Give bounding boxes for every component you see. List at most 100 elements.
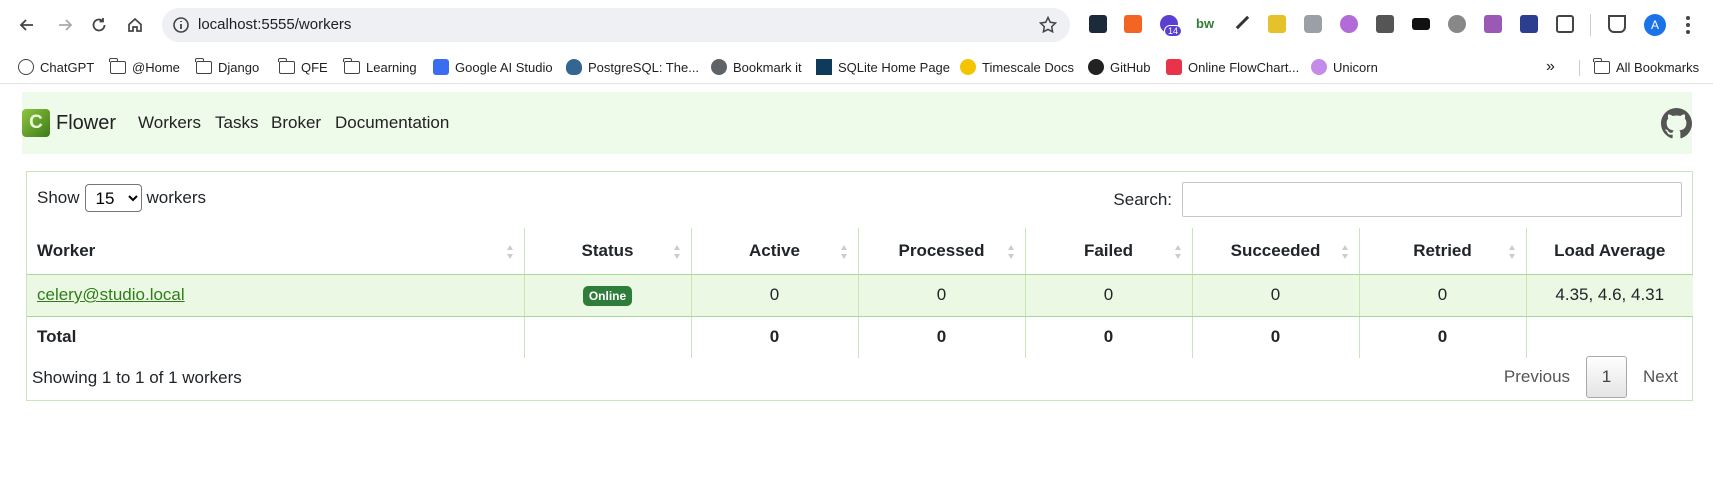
bookmark-chatgpt[interactable]: ChatGPT bbox=[18, 56, 94, 78]
extension-h2-icon[interactable] bbox=[1376, 15, 1394, 33]
bookmark-unicorn[interactable]: Unicorn bbox=[1311, 56, 1378, 78]
column-header-load-average[interactable]: Load Average bbox=[1525, 228, 1693, 275]
extension-badge-count: 14 bbox=[1164, 25, 1183, 37]
total-label: Total bbox=[37, 327, 77, 347]
workers-label: workers bbox=[146, 188, 207, 207]
extension-bw-icon[interactable]: bw bbox=[1196, 15, 1214, 33]
app-navbar: C Flower Workers Tasks Broker Documentat… bbox=[22, 92, 1692, 154]
column-header-retried[interactable]: Retried bbox=[1358, 228, 1526, 275]
cell-succeeded: 0 bbox=[1191, 274, 1359, 317]
extension-y-icon[interactable] bbox=[1124, 15, 1142, 33]
sort-icon bbox=[673, 245, 680, 259]
bookmark-label: Timescale Docs bbox=[982, 59, 1074, 75]
sqlite-icon bbox=[816, 59, 832, 75]
brand-name: Flower bbox=[56, 111, 117, 134]
worker-link[interactable]: celery@studio.local bbox=[37, 285, 185, 304]
cell-load-average: 4.35, 4.6, 4.31 bbox=[1525, 274, 1693, 317]
column-header-status[interactable]: Status bbox=[523, 228, 691, 275]
extension-blue-icon[interactable] bbox=[1520, 15, 1538, 33]
github-icon bbox=[1088, 59, 1104, 75]
bookmark-bookmark-it[interactable]: Bookmark it bbox=[711, 56, 802, 78]
profile-avatar[interactable]: A bbox=[1644, 14, 1666, 36]
bookmark-label: Unicorn bbox=[1333, 59, 1378, 75]
bookmark-sqlite[interactable]: SQLite Home Page bbox=[816, 56, 950, 78]
bookmark-label: Bookmark it bbox=[733, 59, 802, 75]
total-retried: 0 bbox=[1358, 316, 1526, 358]
column-label: Succeeded bbox=[1230, 240, 1321, 260]
sort-icon bbox=[1174, 245, 1181, 259]
column-header-succeeded[interactable]: Succeeded bbox=[1191, 228, 1359, 275]
bookmark-github[interactable]: GitHub bbox=[1088, 56, 1150, 78]
forward-button[interactable] bbox=[52, 12, 78, 38]
bookmark-star-icon[interactable] bbox=[1038, 15, 1058, 35]
status-badge: Online bbox=[582, 285, 633, 306]
menu-kebab-icon[interactable] bbox=[1684, 14, 1692, 36]
timescale-icon bbox=[960, 59, 976, 75]
column-label: Active bbox=[748, 240, 801, 260]
nav-tasks[interactable]: Tasks bbox=[215, 113, 258, 133]
all-bookmarks[interactable]: All Bookmarks bbox=[1593, 56, 1699, 78]
table-header-row: Worker Status Active Processed Failed Su… bbox=[27, 228, 1693, 275]
extension-chart-icon[interactable] bbox=[1089, 15, 1107, 33]
extensions-puzzle-icon[interactable] bbox=[1556, 15, 1574, 33]
workers-table: Worker Status Active Processed Failed Su… bbox=[27, 228, 1693, 358]
site-info-icon[interactable] bbox=[172, 16, 190, 34]
forward-arrow-icon bbox=[59, 19, 73, 31]
nav-broker[interactable]: Broker bbox=[271, 113, 321, 133]
page-button-current[interactable]: 1 bbox=[1586, 356, 1628, 398]
chatgpt-icon bbox=[18, 59, 34, 75]
github-icon[interactable] bbox=[1661, 108, 1692, 139]
bookmark-folder-qfe[interactable]: QFE bbox=[278, 56, 328, 78]
labs-flask-icon[interactable] bbox=[1608, 15, 1626, 33]
column-label: Failed bbox=[1083, 240, 1134, 260]
previous-button[interactable]: Previous bbox=[1490, 367, 1584, 387]
search-input[interactable] bbox=[1182, 182, 1682, 217]
url-text: localhost:5555/workers bbox=[198, 16, 352, 33]
flowchart-icon bbox=[1166, 59, 1182, 75]
column-header-active[interactable]: Active bbox=[690, 228, 858, 275]
column-header-processed[interactable]: Processed bbox=[857, 228, 1025, 275]
page-size-select[interactable]: 15 bbox=[84, 184, 142, 212]
reload-icon bbox=[92, 18, 106, 32]
total-succeeded: 0 bbox=[1191, 316, 1359, 358]
bookmark-postgresql[interactable]: PostgreSQL: The... bbox=[566, 56, 699, 78]
table-info: Showing 1 to 1 of 1 workers bbox=[32, 368, 242, 387]
bookmark-google-ai-studio[interactable]: Google AI Studio bbox=[433, 56, 553, 78]
nav-workers[interactable]: Workers bbox=[138, 113, 201, 133]
bookmarks-overflow-chevron-icon[interactable]: » bbox=[1546, 56, 1555, 78]
back-button[interactable] bbox=[14, 12, 40, 38]
column-label: Processed bbox=[898, 240, 985, 260]
next-button[interactable]: Next bbox=[1629, 367, 1692, 387]
extension-h-icon[interactable] bbox=[1268, 15, 1286, 33]
bookmark-folder-learning[interactable]: Learning bbox=[343, 56, 417, 78]
reload-button[interactable] bbox=[86, 12, 112, 38]
cell-status: Online bbox=[523, 274, 691, 317]
cell-active: 0 bbox=[690, 274, 858, 317]
bookmark-online-flowchart[interactable]: Online FlowChart... bbox=[1166, 56, 1299, 78]
bookmark-folder-django[interactable]: Django bbox=[195, 56, 259, 78]
home-button[interactable] bbox=[122, 12, 148, 38]
column-header-worker[interactable]: Worker bbox=[27, 228, 524, 275]
eyedropper-icon[interactable] bbox=[1230, 10, 1250, 30]
bookmark-timescale[interactable]: Timescale Docs bbox=[960, 56, 1074, 78]
column-header-failed[interactable]: Failed bbox=[1024, 228, 1192, 275]
bookmark-label: Online FlowChart... bbox=[1188, 59, 1300, 75]
markdown-icon[interactable] bbox=[1412, 18, 1430, 30]
camera-icon[interactable] bbox=[1304, 15, 1322, 33]
download-extension-icon[interactable] bbox=[1484, 15, 1502, 33]
browser-toolbar: localhost:5555/workers 14 bw A bbox=[0, 0, 1713, 50]
total-status bbox=[523, 316, 691, 358]
nav-documentation[interactable]: Documentation bbox=[335, 113, 449, 133]
extension-purple-icon[interactable] bbox=[1340, 15, 1358, 33]
folder-icon bbox=[195, 57, 212, 74]
column-label: Worker bbox=[37, 240, 96, 260]
gear-extension-icon[interactable] bbox=[1448, 15, 1466, 33]
column-label: Status bbox=[581, 240, 634, 260]
brand[interactable]: C Flower bbox=[22, 109, 116, 137]
toolbar-divider bbox=[1590, 14, 1591, 36]
total-failed: 0 bbox=[1024, 316, 1192, 358]
bookmarks-divider bbox=[1579, 60, 1580, 76]
bookmark-folder-home[interactable]: @Home bbox=[109, 56, 180, 78]
search-label: Search: bbox=[1113, 189, 1172, 209]
address-bar[interactable]: localhost:5555/workers bbox=[162, 8, 1070, 42]
